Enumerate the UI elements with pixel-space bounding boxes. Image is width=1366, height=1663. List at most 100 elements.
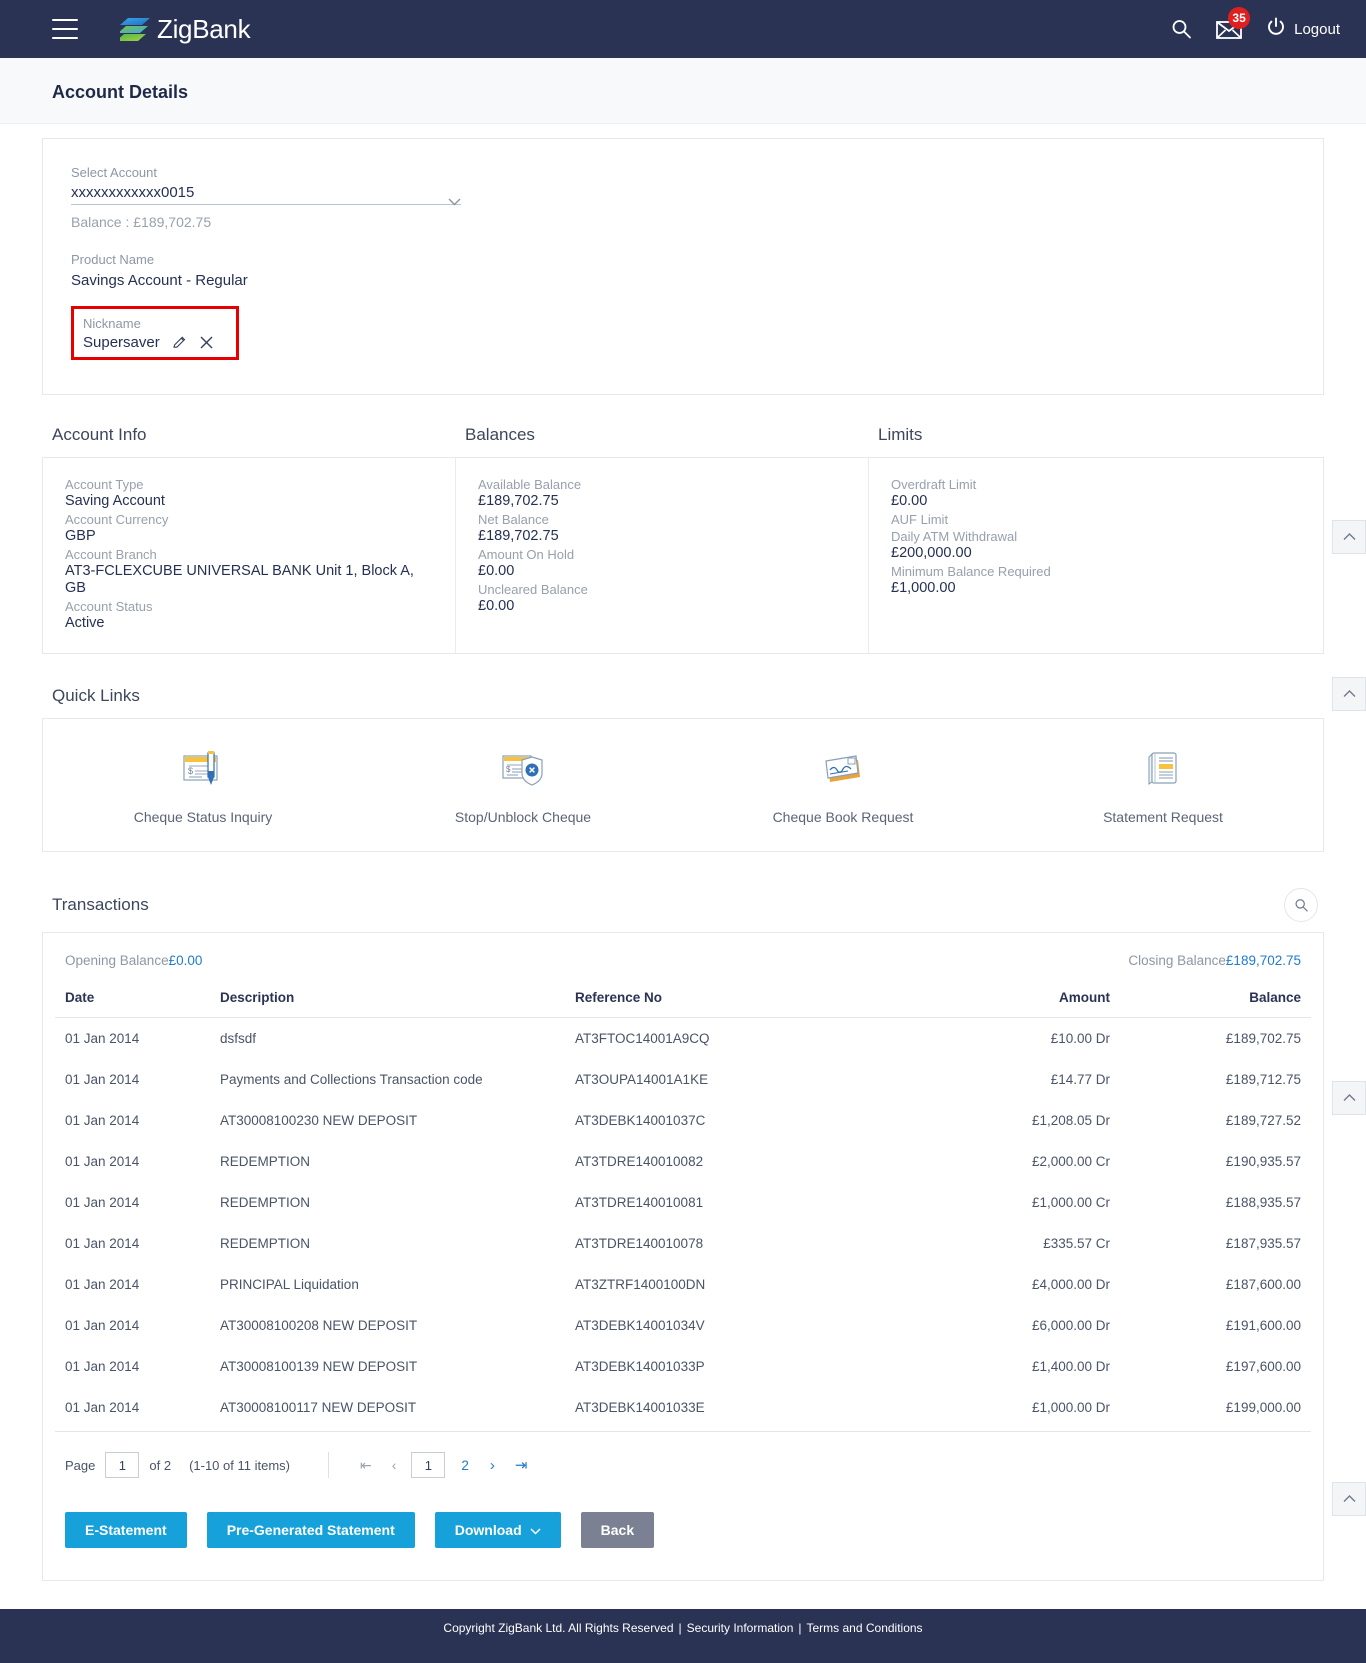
amount-on-hold-value: £0.00 bbox=[478, 563, 515, 579]
table-row[interactable]: 01 Jan 2014 AT30008100230 NEW DEPOSIT AT3D… bbox=[55, 1100, 1311, 1141]
next-page-icon[interactable]: › bbox=[485, 1457, 500, 1474]
back-button[interactable]: Back bbox=[580, 1512, 655, 1548]
balances-heading: Balances bbox=[465, 425, 535, 444]
info-row: Available Balance £189,702.75 bbox=[478, 476, 846, 510]
footer-security-link[interactable]: Security Information bbox=[687, 1621, 794, 1635]
select-account-value: xxxxxxxxxxxx0015 bbox=[71, 184, 195, 201]
pencil-icon[interactable] bbox=[172, 335, 187, 350]
transaction-amount: £14.77 Dr bbox=[1050, 1072, 1110, 1087]
column-header-balance[interactable]: Balance bbox=[1120, 990, 1311, 1018]
transaction-description: REDEMPTION bbox=[220, 1236, 311, 1251]
scroll-up-chip-4[interactable] bbox=[1332, 1482, 1366, 1516]
closing-balance-value: £189,702.75 bbox=[1225, 953, 1301, 968]
quick-link-label: Statement Request bbox=[1103, 809, 1223, 825]
limits-column: Overdraft Limit £0.00 AUF Limit Daily AT… bbox=[869, 458, 1323, 653]
transaction-amount: £10.00 Dr bbox=[1050, 1031, 1110, 1046]
transaction-date: 01 Jan 2014 bbox=[65, 1359, 140, 1374]
first-page-icon[interactable]: ⇤ bbox=[355, 1457, 377, 1474]
power-icon bbox=[1266, 17, 1286, 41]
quick-link-label: Cheque Status Inquiry bbox=[133, 809, 273, 825]
zigbank-logo-icon bbox=[116, 15, 152, 43]
info-row: Uncleared Balance £0.00 bbox=[478, 581, 846, 615]
column-header-amount[interactable]: Amount bbox=[950, 990, 1120, 1018]
column-header-reference[interactable]: Reference No bbox=[565, 990, 950, 1018]
auf-limit-label: AUF Limit bbox=[891, 512, 949, 527]
available-balance-label: Available Balance bbox=[478, 477, 582, 492]
transaction-balance: £187,935.57 bbox=[1225, 1236, 1301, 1251]
minimum-balance-value: £1,000.00 bbox=[891, 580, 956, 596]
select-account-dropdown[interactable]: xxxxxxxxxxxx0015 bbox=[71, 184, 461, 206]
mail-icon[interactable]: 35 bbox=[1216, 7, 1251, 39]
transaction-date: 01 Jan 2014 bbox=[65, 1236, 140, 1251]
prev-page-icon[interactable]: ‹ bbox=[387, 1457, 402, 1473]
daily-atm-withdrawal-label: Daily ATM Withdrawal bbox=[891, 529, 1018, 544]
table-row[interactable]: 01 Jan 2014 REDEMPTION AT3TDRE140010078 £33… bbox=[55, 1223, 1311, 1264]
transaction-description: dsfsdf bbox=[220, 1031, 257, 1046]
logout-button[interactable]: Logout bbox=[1266, 17, 1340, 41]
transactions-card: Opening Balance£0.00 Closing Balance£189… bbox=[42, 932, 1324, 1581]
account-type-label: Account Type bbox=[65, 477, 144, 492]
page-title-bar: Account Details bbox=[0, 58, 1366, 124]
hamburger-icon[interactable] bbox=[52, 19, 78, 39]
transaction-amount: £1,400.00 Dr bbox=[1031, 1359, 1110, 1374]
table-row[interactable]: 01 Jan 2014 REDEMPTION AT3TDRE140010081 £1,… bbox=[55, 1182, 1311, 1223]
scroll-up-chip-3[interactable] bbox=[1332, 1081, 1366, 1115]
page-link-2[interactable]: 2 bbox=[455, 1458, 475, 1473]
account-info-heading: Account Info bbox=[52, 425, 147, 444]
table-row[interactable]: 01 Jan 2014 REDEMPTION AT3TDRE140010082 £2,… bbox=[55, 1141, 1311, 1182]
quick-link-label: Cheque Book Request bbox=[772, 809, 914, 825]
page-number-input[interactable] bbox=[105, 1452, 140, 1478]
info-trio-card: Account Type Saving Account Account Curr… bbox=[42, 457, 1324, 654]
brand-logo-group[interactable]: ZigBank bbox=[116, 14, 251, 45]
transaction-amount: £1,000.00 Cr bbox=[1031, 1195, 1110, 1210]
svg-text:$: $ bbox=[188, 766, 193, 776]
page-items-count: (1-10 of 11 items) bbox=[189, 1457, 290, 1473]
footer-terms-link[interactable]: Terms and Conditions bbox=[807, 1621, 923, 1635]
quick-link-cheque-book-request[interactable]: Cheque Book Request bbox=[683, 741, 1003, 825]
quick-link-statement-request[interactable]: Statement Request bbox=[1003, 741, 1323, 825]
transactions-header-row: Transactions bbox=[42, 888, 1324, 922]
net-balance-label: Net Balance bbox=[478, 512, 549, 527]
quick-link-stop-unblock-cheque[interactable]: $ Stop/Unblock Cheque bbox=[363, 741, 683, 825]
download-button[interactable]: Download bbox=[434, 1512, 561, 1548]
transactions-search-icon[interactable] bbox=[1284, 888, 1318, 922]
search-icon[interactable] bbox=[1170, 18, 1192, 40]
chevron-down-icon bbox=[530, 1522, 541, 1538]
uncleared-balance-value: £0.00 bbox=[478, 598, 515, 614]
column-header-date[interactable]: Date bbox=[55, 990, 210, 1018]
page-current-box[interactable]: 1 bbox=[411, 1452, 446, 1478]
transaction-description: AT30008100208 NEW DEPOSIT bbox=[220, 1318, 418, 1333]
e-statement-button[interactable]: E-Statement bbox=[65, 1512, 187, 1548]
account-status-label: Account Status bbox=[65, 599, 153, 614]
closing-balance-group: Closing Balance£189,702.75 bbox=[1128, 953, 1301, 968]
transaction-balance: £190,935.57 bbox=[1225, 1154, 1301, 1169]
quick-link-cheque-status-inquiry[interactable]: $ Cheque Status Inquiry bbox=[43, 741, 363, 825]
column-header-description[interactable]: Description bbox=[210, 990, 565, 1018]
table-row[interactable]: 01 Jan 2014 AT30008100208 NEW DEPOSIT AT3D… bbox=[55, 1305, 1311, 1346]
table-row[interactable]: 01 Jan 2014 Payments and Collections Tran… bbox=[55, 1059, 1311, 1100]
pagination-divider bbox=[327, 1452, 329, 1478]
net-balance-value: £189,702.75 bbox=[478, 528, 559, 544]
last-page-icon[interactable]: ⇥ bbox=[510, 1456, 533, 1474]
table-row[interactable]: 01 Jan 2014 PRINCIPAL Liquidation AT3ZTRF1… bbox=[55, 1264, 1311, 1305]
table-row[interactable]: 01 Jan 2014 AT30008100117 NEW DEPOSIT AT3D… bbox=[55, 1387, 1311, 1431]
table-row[interactable]: 01 Jan 2014 dsfsdf AT3FTOC14001A9CQ £10.00 … bbox=[55, 1018, 1311, 1060]
transaction-amount: £6,000.00 Dr bbox=[1031, 1318, 1110, 1333]
table-row[interactable]: 01 Jan 2014 AT30008100139 NEW DEPOSIT AT3D… bbox=[55, 1346, 1311, 1387]
transaction-description: PRINCIPAL Liquidation bbox=[220, 1277, 359, 1292]
product-name-value: Savings Account - Regular bbox=[71, 272, 248, 289]
product-name-label: Product Name bbox=[71, 252, 155, 267]
transactions-heading: Transactions bbox=[52, 895, 149, 914]
svg-text:$: $ bbox=[506, 765, 511, 774]
footer-copyright: Copyright ZigBank Ltd. All Rights Reserv… bbox=[443, 1621, 674, 1635]
account-balance-line: Balance : £189,702.75 bbox=[71, 214, 212, 230]
pagination-bar: Page of 2 (1-10 of 11 items) ⇤ ‹ 1 2 › ⇥ bbox=[55, 1432, 1311, 1478]
pre-generated-statement-button[interactable]: Pre-Generated Statement bbox=[206, 1512, 415, 1548]
close-icon[interactable] bbox=[199, 335, 214, 350]
scroll-up-chip-1[interactable] bbox=[1332, 520, 1366, 554]
daily-atm-withdrawal-value: £200,000.00 bbox=[891, 545, 972, 561]
transaction-balance: £189,702.75 bbox=[1225, 1031, 1301, 1046]
transaction-reference: AT3DEBK14001037C bbox=[575, 1113, 706, 1128]
transaction-reference: AT3TDRE140010081 bbox=[575, 1195, 704, 1210]
scroll-up-chip-2[interactable] bbox=[1332, 677, 1366, 711]
